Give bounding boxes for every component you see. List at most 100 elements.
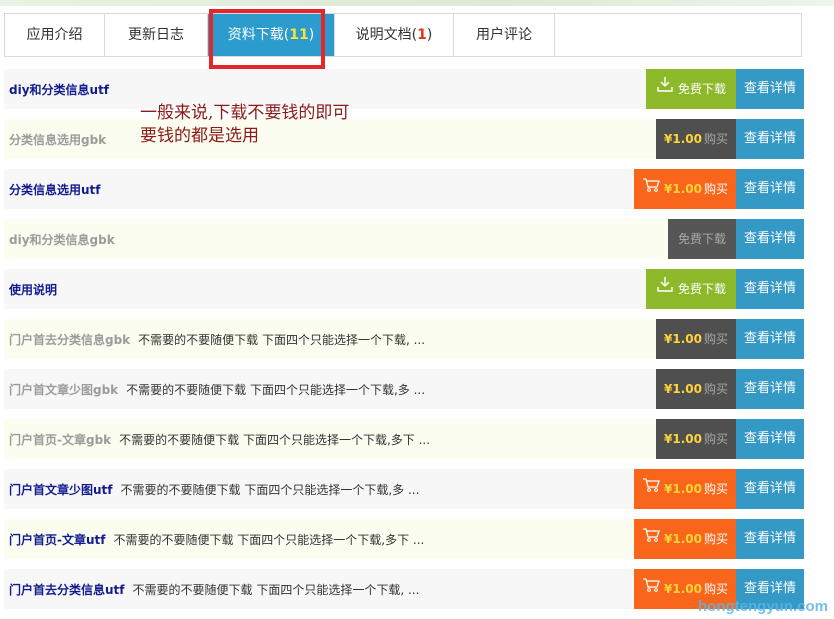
list-item: 门户首文章少图utf 不需要的不要随便下载 下面四个只能选择一个下载,多 ... ¥… <box>4 469 804 509</box>
download-icon <box>656 69 674 109</box>
list-item: diy和分类信息gbk 免费下载 查看详情 <box>4 219 804 259</box>
view-details-button[interactable]: 查看详情 <box>736 269 804 309</box>
item-title[interactable]: 门户首文章少图utf <box>4 481 113 498</box>
view-details-button[interactable]: 查看详情 <box>736 319 804 359</box>
list-item: 分类信息选用utf ¥1.00 购买 查看详情 <box>4 169 804 209</box>
price-label: ¥1.00 <box>664 432 702 446</box>
download-list: diy和分类信息utf 免费下载 查看详情 分类信息选用gbk ¥1.00 购买 查看详情分… <box>4 69 804 619</box>
buy-button[interactable]: ¥1.00 购买 <box>634 169 736 209</box>
button-label: 购买 <box>703 432 728 446</box>
free-download-button[interactable]: 免费下载 <box>646 269 736 309</box>
button-label: 购买 <box>703 182 728 196</box>
buy-button[interactable]: ¥1.00 购买 <box>634 469 736 509</box>
view-details-button[interactable]: 查看详情 <box>736 69 804 109</box>
button-label: 免费下载 <box>677 82 726 96</box>
free-download-button[interactable]: 免费下载 <box>646 69 736 109</box>
cart-icon <box>642 569 660 609</box>
annotation-line: 一般来说,下载不要钱的即可 <box>140 103 350 123</box>
price-label: ¥1.00 <box>664 182 702 196</box>
cart-icon <box>642 169 660 209</box>
tab-app-intro[interactable]: 应用介绍 <box>5 14 105 56</box>
view-details-button[interactable]: 查看详情 <box>736 519 804 559</box>
button-label: 购买 <box>703 332 728 346</box>
price-label: ¥1.00 <box>664 382 702 396</box>
item-actions: 免费下载 查看详情 <box>646 69 804 109</box>
item-title: 门户首页-文章gbk <box>9 432 112 447</box>
price-label: ¥1.00 <box>664 132 702 146</box>
list-item: 门户首页-文章gbk 不需要的不要随便下载 下面四个只能选择一个下载,多下 ...… <box>4 419 804 459</box>
tab-label: 应用介绍 <box>26 27 83 43</box>
button-label: 免费下载 <box>677 232 726 246</box>
item-actions: ¥1.00 购买 查看详情 <box>656 319 804 359</box>
view-details-button[interactable]: 查看详情 <box>736 119 804 159</box>
item-description: 不需要的不要随便下载 下面四个只能选择一个下载, ... <box>132 582 420 597</box>
tab-label: 资料下载 <box>227 27 284 43</box>
item-description: 不需要的不要随便下载 下面四个只能选择一个下载,多 ... <box>120 482 420 497</box>
item-description: 不需要的不要随便下载 下面四个只能选择一个下载,多下 ... <box>113 532 425 547</box>
price-label: ¥1.00 <box>664 482 702 496</box>
list-item: 门户首去分类信息utf 不需要的不要随便下载 下面四个只能选择一个下载, ... ¥… <box>4 569 804 609</box>
tab-count: 1 <box>417 27 427 43</box>
buy-button[interactable]: ¥1.00 购买 <box>656 119 736 159</box>
item-title[interactable]: diy和分类信息utf <box>4 81 109 98</box>
list-item: 门户首去分类信息gbk 不需要的不要随便下载 下面四个只能选择一个下载, ... ¥… <box>4 319 804 359</box>
view-details-button[interactable]: 查看详情 <box>736 219 804 259</box>
top-strip <box>0 0 834 6</box>
item-actions: ¥1.00 购买 查看详情 <box>656 119 804 159</box>
view-details-button[interactable]: 查看详情 <box>736 419 804 459</box>
item-title: 分类信息选用gbk <box>9 132 107 147</box>
item-title: diy和分类信息gbk <box>9 232 115 247</box>
buy-button[interactable]: ¥1.00 购买 <box>634 519 736 559</box>
item-description: 不需要的不要随便下载 下面四个只能选择一个下载,多 ... <box>126 382 426 397</box>
buy-button[interactable]: ¥1.00 购买 <box>656 319 736 359</box>
item-title[interactable]: 门户首页-文章utf <box>4 531 105 548</box>
button-label: 免费下载 <box>677 282 726 296</box>
tab-label: 更新日志 <box>128 27 184 43</box>
list-item: 使用说明 免费下载 查看详情 <box>4 269 804 309</box>
tab-reviews[interactable]: 用户评论 <box>454 14 555 56</box>
tab-label: 用户评论 <box>476 27 532 43</box>
button-label: 购买 <box>703 132 728 146</box>
price-label: ¥1.00 <box>664 332 702 346</box>
annotation-text: 一般来说,下载不要钱的即可 要钱的都是选用 <box>140 102 349 148</box>
item-title[interactable]: 使用说明 <box>4 281 57 298</box>
price-label: ¥1.00 <box>664 532 702 546</box>
view-details-button[interactable]: 查看详情 <box>736 469 804 509</box>
item-description: 不需要的不要随便下载 下面四个只能选择一个下载, ... <box>138 332 426 347</box>
annotation-line: 要钱的都是选用 <box>140 126 259 146</box>
button-label: 购买 <box>703 482 728 496</box>
item-title[interactable]: 分类信息选用utf <box>4 181 101 198</box>
cart-icon <box>642 519 660 559</box>
view-details-button[interactable]: 查看详情 <box>736 369 804 409</box>
price-label: ¥1.00 <box>664 582 702 596</box>
watermark: hongtengyun.com <box>698 598 828 615</box>
item-actions: ¥1.00 购买 查看详情 <box>656 419 804 459</box>
item-actions: ¥1.00 购买 查看详情 <box>634 169 804 209</box>
button-label: 购买 <box>703 532 728 546</box>
item-actions: 免费下载 查看详情 <box>668 219 804 259</box>
list-item: 门户首页-文章utf 不需要的不要随便下载 下面四个只能选择一个下载,多下 ...… <box>4 519 804 559</box>
item-actions: ¥1.00 购买 查看详情 <box>634 519 804 559</box>
buy-button[interactable]: ¥1.00 购买 <box>656 419 736 459</box>
free-download-button[interactable]: 免费下载 <box>668 219 736 259</box>
item-actions: 免费下载 查看详情 <box>646 269 804 309</box>
tab-docs[interactable]: 说明文档(1) <box>335 14 454 56</box>
list-item: 门户首文章少图gbk 不需要的不要随便下载 下面四个只能选择一个下载,多 ... ¥… <box>4 369 804 409</box>
cart-icon <box>642 469 660 509</box>
tab-label: 说明文档 <box>355 27 412 43</box>
item-actions: ¥1.00 购买 查看详情 <box>656 369 804 409</box>
item-title[interactable]: 门户首去分类信息utf <box>4 581 125 598</box>
item-title: 门户首文章少图gbk <box>9 382 119 397</box>
buy-button[interactable]: ¥1.00 购买 <box>656 369 736 409</box>
item-description: 不需要的不要随便下载 下面四个只能选择一个下载,多下 ... <box>119 432 431 447</box>
list-item: diy和分类信息utf 免费下载 查看详情 <box>4 69 804 109</box>
item-actions: ¥1.00 购买 查看详情 <box>634 469 804 509</box>
tab-changelog[interactable]: 更新日志 <box>105 14 208 56</box>
download-icon <box>656 269 674 309</box>
item-title: 门户首去分类信息gbk <box>9 332 131 347</box>
button-label: 购买 <box>703 382 728 396</box>
list-item: 分类信息选用gbk ¥1.00 购买 查看详情 <box>4 119 804 159</box>
view-details-button[interactable]: 查看详情 <box>736 169 804 209</box>
tab-count: 11 <box>289 27 309 43</box>
tab-downloads[interactable]: 资料下载(11) <box>208 14 335 56</box>
